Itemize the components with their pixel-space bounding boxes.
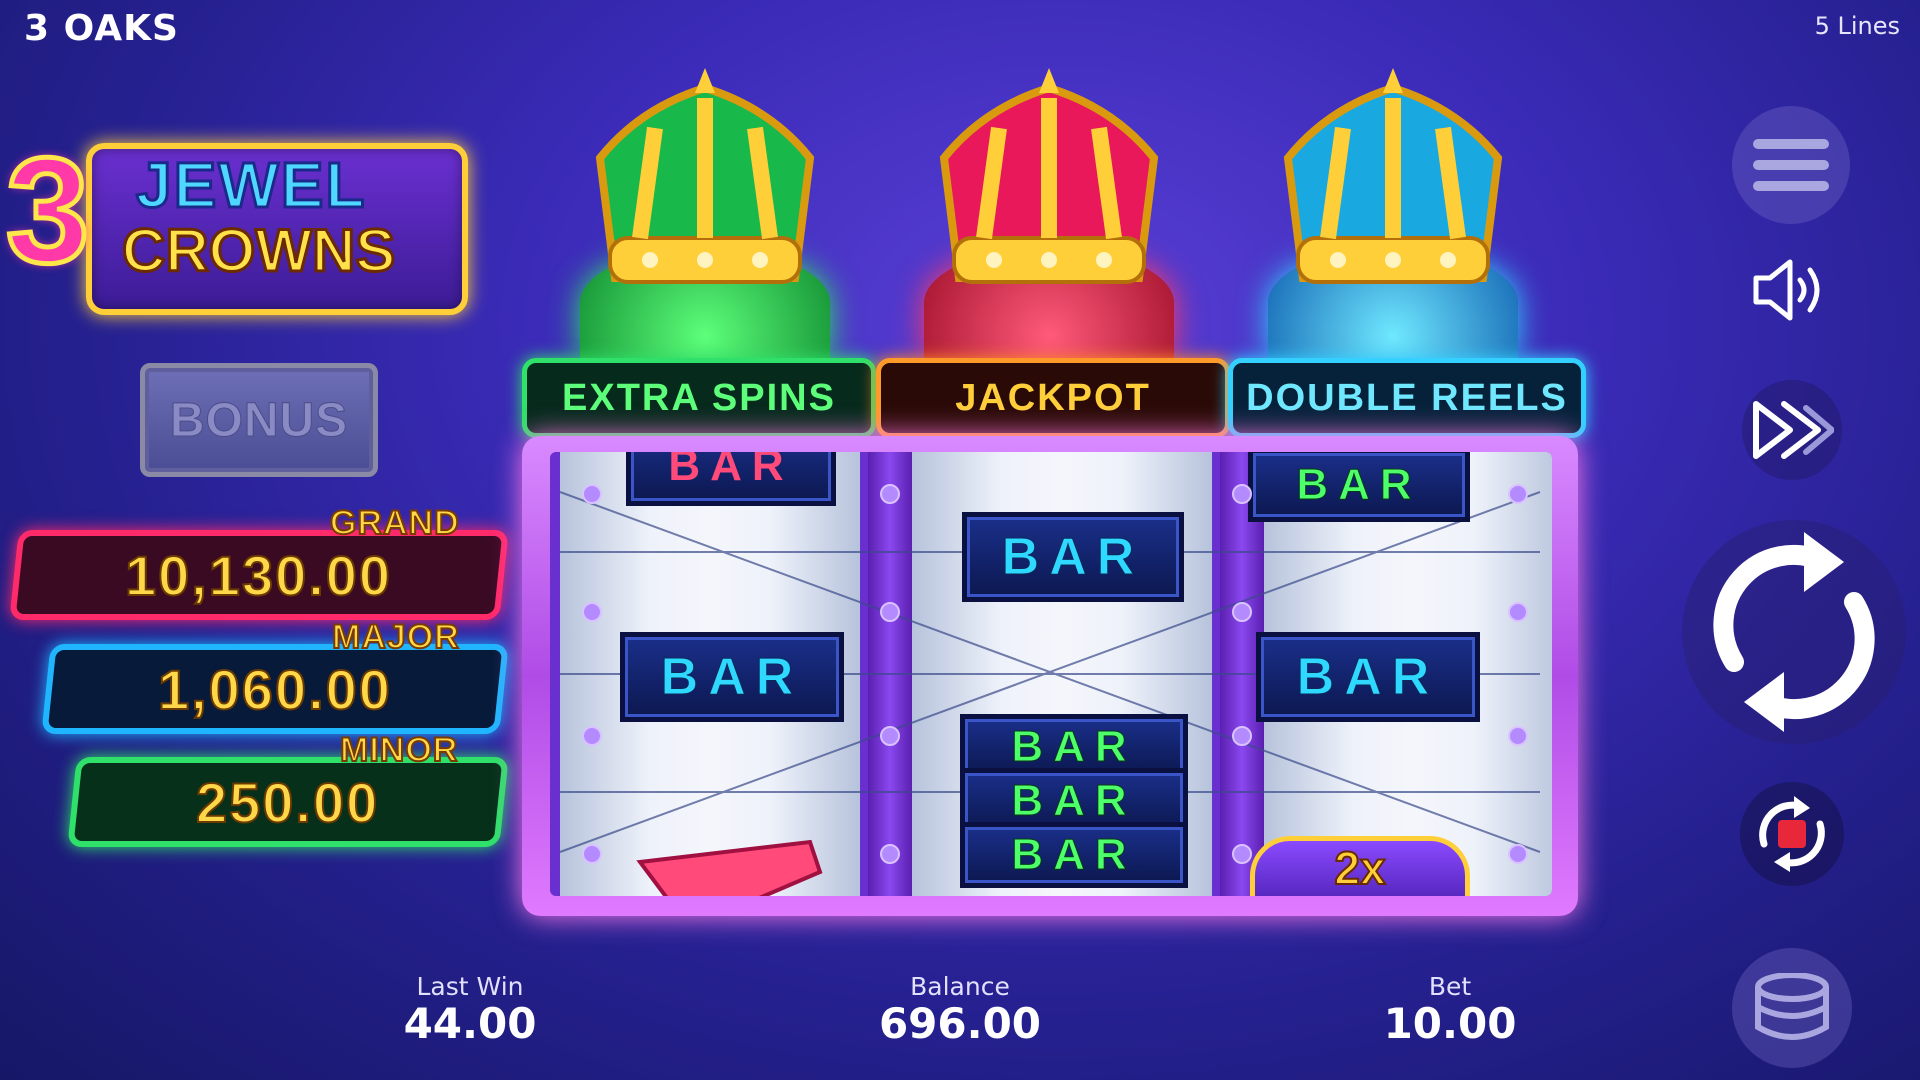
multiplier-text: 2x bbox=[1333, 841, 1386, 895]
balance-label: Balance bbox=[910, 972, 1010, 1001]
reel-dot bbox=[1232, 726, 1252, 746]
bet: Bet 10.00 bbox=[1360, 972, 1540, 1048]
reel-dot bbox=[1508, 844, 1528, 864]
jackpot-grand-label: GRAND bbox=[329, 503, 460, 543]
jackpot-grand: 10,130.00 bbox=[9, 530, 509, 620]
turbo-button[interactable] bbox=[1742, 380, 1842, 480]
coins-icon bbox=[1755, 973, 1829, 1040]
balance: Balance 696.00 bbox=[860, 972, 1060, 1048]
sound-icon bbox=[1753, 259, 1820, 321]
bar-symbol: BAR bbox=[626, 452, 836, 506]
blue-crown-icon bbox=[1258, 48, 1528, 358]
bar-symbol: BAR bbox=[1256, 632, 1480, 722]
turbo-icon bbox=[1753, 401, 1834, 459]
bar-symbol: BAR bbox=[1248, 452, 1470, 522]
seven-symbol-icon bbox=[636, 839, 823, 896]
logo-title-crowns: CROWNS bbox=[120, 217, 396, 284]
last-win: Last Win 44.00 bbox=[380, 972, 560, 1048]
extra-spins-label: EXTRA SPINS bbox=[522, 358, 876, 438]
bar-symbol: BAR bbox=[620, 632, 844, 722]
reel-dot bbox=[1232, 602, 1252, 622]
jackpot-grand-value: 10,130.00 bbox=[124, 543, 393, 608]
last-win-value: 44.00 bbox=[403, 999, 537, 1048]
green-crown-icon bbox=[570, 48, 840, 358]
sound-button[interactable] bbox=[1740, 240, 1840, 340]
reel-dot bbox=[1232, 484, 1252, 504]
jackpot-minor-value: 250.00 bbox=[195, 770, 380, 835]
autoplay-stop-icon bbox=[1759, 796, 1825, 872]
autoplay-button[interactable] bbox=[1740, 782, 1844, 886]
red-crown-icon bbox=[914, 48, 1184, 358]
bar-symbol: BAR bbox=[962, 512, 1184, 602]
bet-button[interactable] bbox=[1732, 948, 1852, 1068]
reel-dot bbox=[880, 484, 900, 504]
spin-icon bbox=[1713, 532, 1875, 732]
spin-button[interactable] bbox=[1682, 520, 1906, 744]
reel-dot bbox=[582, 602, 602, 622]
reel-dot bbox=[582, 844, 602, 864]
bet-value: 10.00 bbox=[1383, 999, 1517, 1048]
jackpot-major-label: MAJOR bbox=[331, 617, 460, 657]
reel-dot bbox=[1508, 726, 1528, 746]
jackpot-feature-label: JACKPOT bbox=[876, 358, 1230, 438]
reel-dot bbox=[880, 726, 900, 746]
menu-button[interactable] bbox=[1732, 106, 1850, 224]
last-win-label: Last Win bbox=[416, 972, 524, 1001]
reel-dot bbox=[880, 602, 900, 622]
provider-logo: 3 OAKS bbox=[24, 8, 179, 49]
bar-symbol: BAR bbox=[960, 822, 1188, 888]
multiplier-symbol: 2x bbox=[1250, 836, 1470, 896]
jackpot-minor: 250.00 bbox=[67, 757, 509, 847]
jackpot-minor-label: MINOR bbox=[339, 730, 459, 770]
balance-value: 696.00 bbox=[878, 999, 1042, 1048]
reel-dot bbox=[1508, 484, 1528, 504]
reel-dot bbox=[1232, 844, 1252, 864]
double-reels-label: DOUBLE REELS bbox=[1228, 358, 1586, 438]
reel-dot bbox=[582, 726, 602, 746]
logo-number: 3 bbox=[3, 126, 91, 294]
bet-label: Bet bbox=[1428, 972, 1472, 1001]
bonus-button[interactable]: BONUS bbox=[140, 363, 378, 477]
reel-dot bbox=[1508, 602, 1528, 622]
jackpot-major: 1,060.00 bbox=[41, 644, 509, 734]
menu-icon bbox=[1753, 139, 1829, 191]
reels-area: BAR BAR BAR BAR BAR BAR BAR BAR 2x bbox=[550, 452, 1552, 896]
reel-dot bbox=[582, 484, 602, 504]
game-logo: 3 JEWEL CROWNS bbox=[3, 126, 476, 315]
logo-title-jewel: JEWEL bbox=[134, 149, 367, 221]
lines-count: 5 Lines bbox=[1814, 12, 1900, 40]
jackpot-major-value: 1,060.00 bbox=[157, 657, 393, 722]
reel-dot bbox=[880, 844, 900, 864]
